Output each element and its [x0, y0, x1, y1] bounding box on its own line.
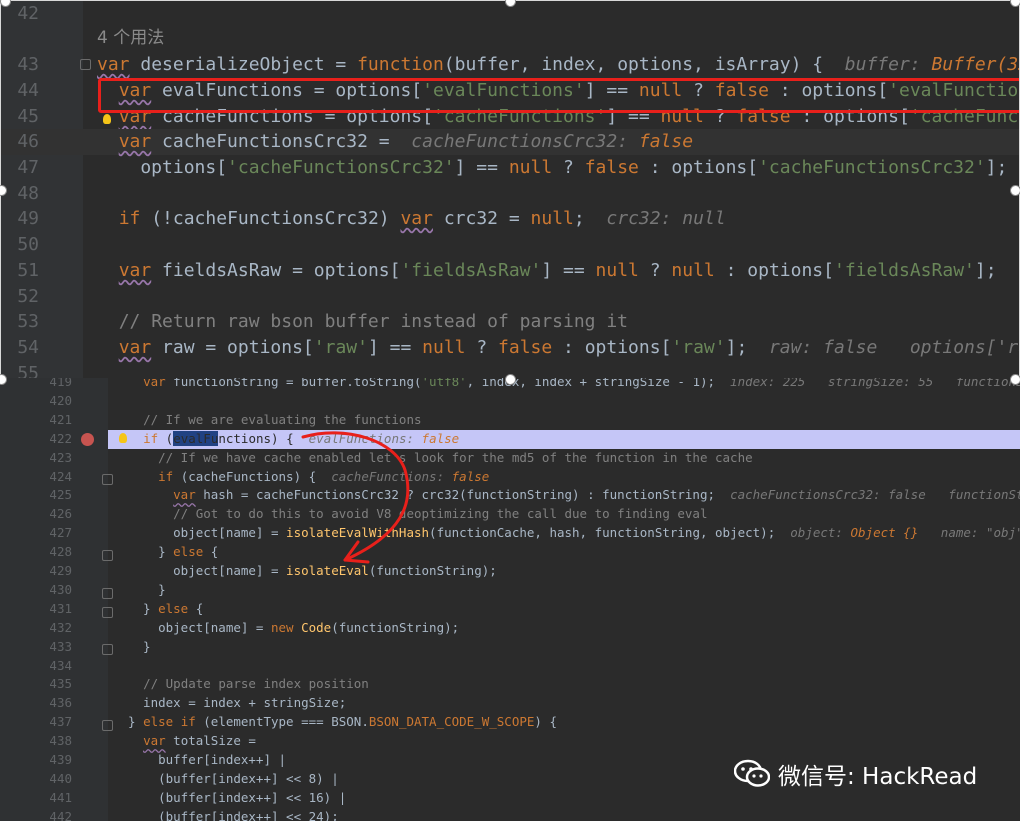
wechat-icon — [733, 759, 771, 789]
resize-handle[interactable] — [505, 374, 516, 385]
arrow-curve — [301, 431, 410, 562]
resize-handle[interactable] — [1010, 374, 1020, 385]
resize-handle[interactable] — [1010, 0, 1020, 7]
watermark-text: 微信号: HackRead — [778, 764, 978, 790]
arrow-head — [343, 540, 370, 564]
watermark: 微信号: HackRead — [733, 756, 978, 792]
resize-handle[interactable] — [1010, 185, 1020, 196]
annotation-arrow — [301, 431, 410, 564]
